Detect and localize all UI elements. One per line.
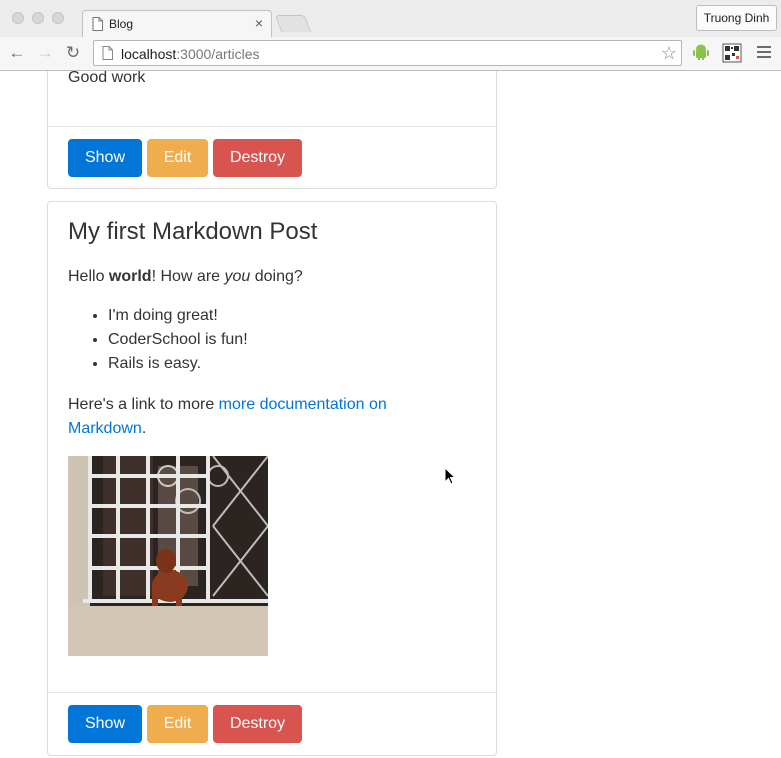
article-body-text: Good work xyxy=(68,71,146,86)
link-text: Markdown xyxy=(68,420,142,437)
link-text: more documentation on xyxy=(218,396,387,413)
document-icon xyxy=(92,17,103,31)
android-icon[interactable] xyxy=(692,43,710,61)
intro-italic: you xyxy=(224,268,251,285)
minimize-window-button[interactable] xyxy=(32,12,44,24)
page-icon xyxy=(102,46,113,60)
profile-button[interactable]: Truong Dinh xyxy=(696,5,777,31)
bookmark-star-icon[interactable]: ☆ xyxy=(661,43,677,64)
url-path: :3000/articles xyxy=(176,46,260,62)
close-tab-icon[interactable]: × xyxy=(255,15,263,31)
destroy-button[interactable]: Destroy xyxy=(213,705,302,743)
url-host: localhost xyxy=(121,46,177,62)
article-card: Good work Show Edit Destroy xyxy=(47,71,497,189)
mouse-cursor-icon xyxy=(444,467,456,485)
page-content: Good work Show Edit Destroy My first Mar… xyxy=(0,71,781,758)
list-item: CoderSchool is fun! xyxy=(108,328,248,352)
article-title: My first Markdown Post xyxy=(68,218,318,245)
article-card-footer: Show Edit Destroy xyxy=(48,126,496,190)
edit-button[interactable]: Edit xyxy=(147,139,208,177)
edit-button[interactable]: Edit xyxy=(147,705,208,743)
url-text: localhost:3000/articles xyxy=(121,46,260,62)
address-bar[interactable]: localhost:3000/articles ☆ xyxy=(93,40,682,66)
qr-code-icon[interactable] xyxy=(722,43,742,63)
link-para-text: . xyxy=(141,420,147,437)
intro-text: Hello xyxy=(68,268,109,285)
link-para-text: Here's a link to more xyxy=(68,396,219,413)
article-link-paragraph: Here's a link to more more documentation… xyxy=(68,393,387,441)
list-item: Rails is easy. xyxy=(108,352,248,376)
show-button[interactable]: Show xyxy=(68,139,142,177)
browser-title-bar: Blog × Truong Dinh xyxy=(0,0,781,38)
new-tab-button[interactable] xyxy=(274,15,312,32)
reload-icon[interactable]: ↻ xyxy=(64,44,82,62)
destroy-button[interactable]: Destroy xyxy=(213,139,302,177)
zoom-window-button[interactable] xyxy=(52,12,64,24)
show-button[interactable]: Show xyxy=(68,705,142,743)
close-window-button[interactable] xyxy=(12,12,24,24)
article-card-footer: Show Edit Destroy xyxy=(48,692,496,756)
article-intro: Hello world! How are you doing? xyxy=(68,265,303,289)
article-card: My first Markdown Post Hello world! How … xyxy=(47,201,497,756)
intro-bold: world xyxy=(108,268,152,285)
browser-toolbar: ← → ↻ localhost:3000/articles ☆ xyxy=(0,37,781,71)
tab-blog[interactable]: Blog × xyxy=(82,10,272,38)
back-icon[interactable]: ← xyxy=(8,44,26,62)
intro-text: doing? xyxy=(250,268,303,285)
tab-title: Blog xyxy=(109,17,134,31)
chrome-menu-icon[interactable] xyxy=(757,46,771,61)
list-item: I'm doing great! xyxy=(108,304,248,328)
intro-text: ! How are xyxy=(151,268,225,285)
forward-icon[interactable]: → xyxy=(36,44,54,62)
article-list: I'm doing great! CoderSchool is fun! Rai… xyxy=(68,304,248,376)
dog-window-photo xyxy=(68,456,268,656)
